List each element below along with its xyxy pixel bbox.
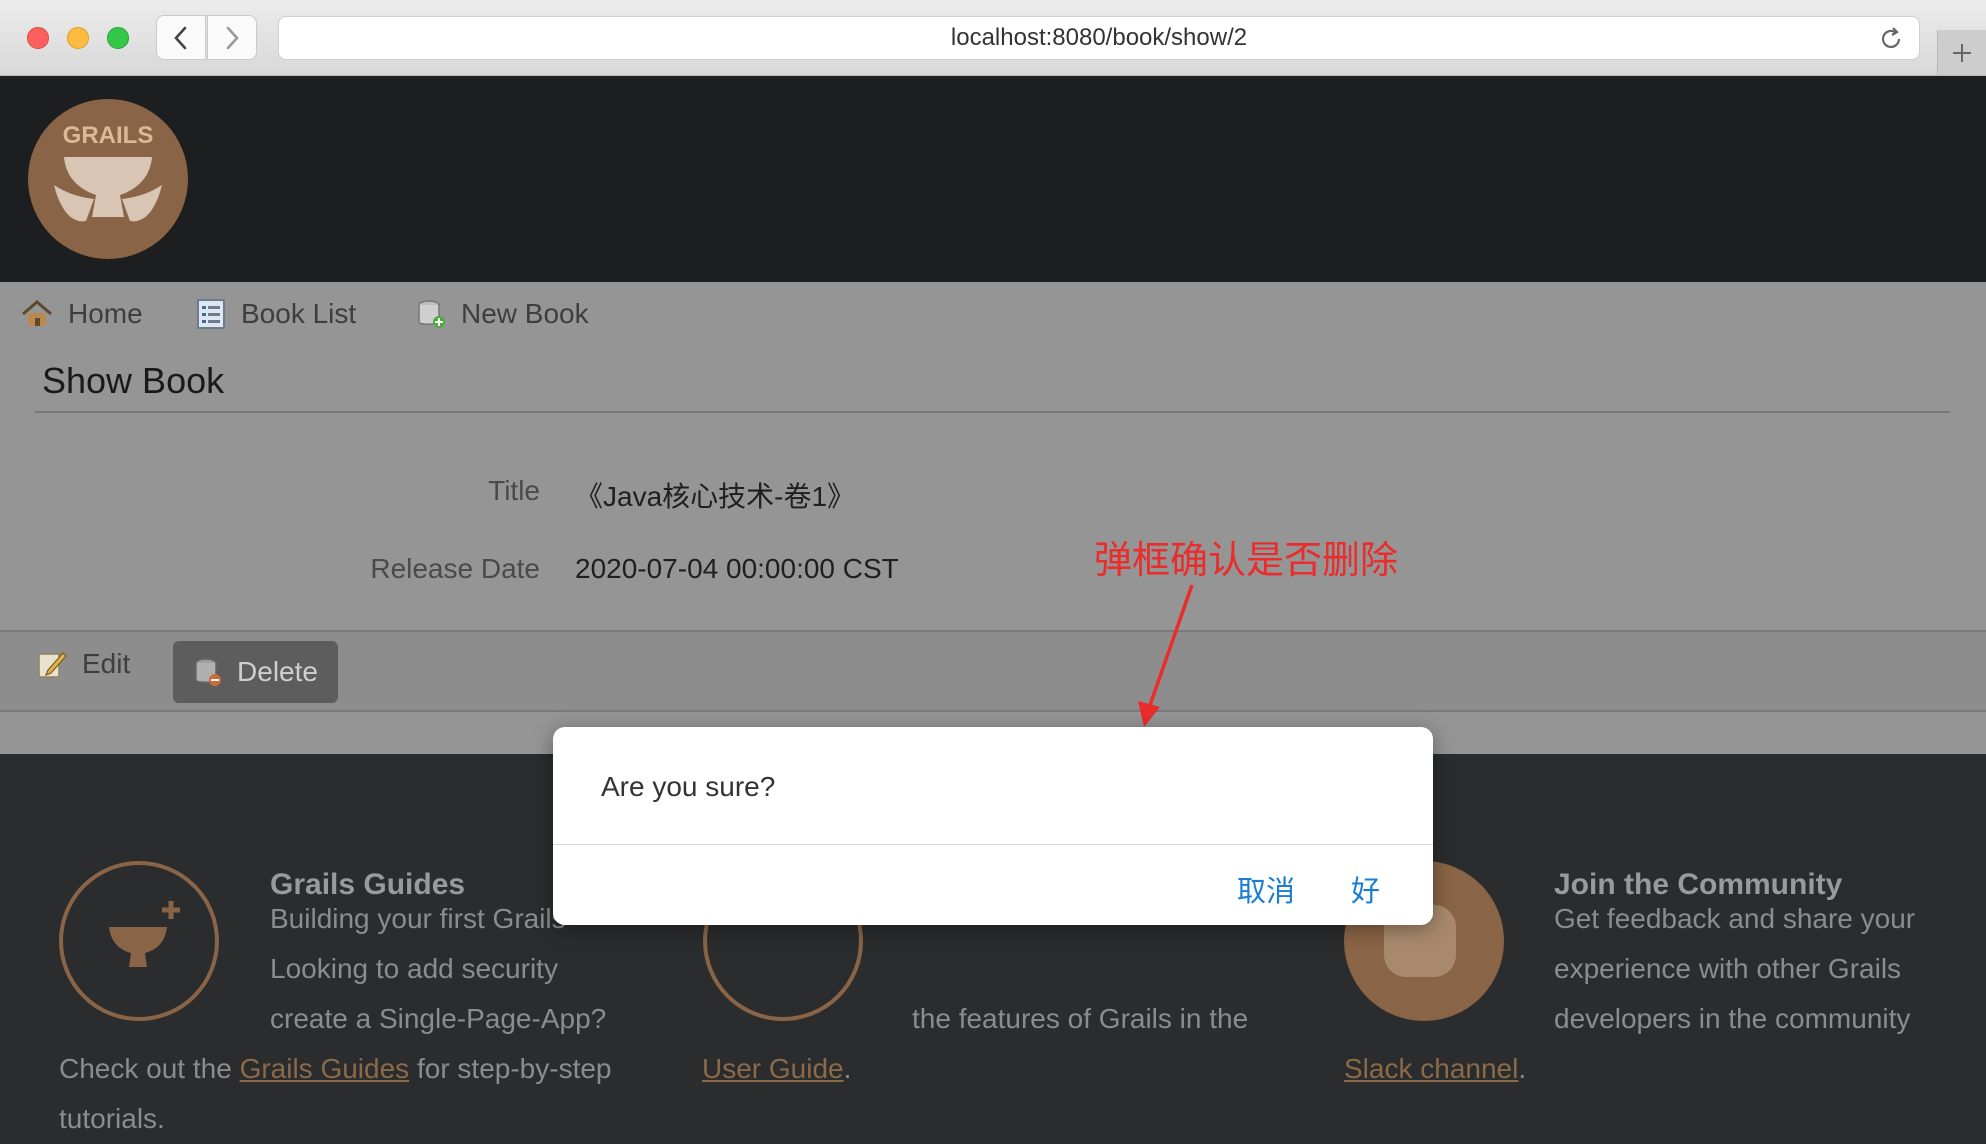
dialog-divider [553, 844, 1433, 845]
logo-text: GRAILS [63, 122, 154, 149]
slack-channel-link[interactable]: Slack channel [1344, 1053, 1518, 1084]
address-bar[interactable]: localhost:8080/book/show/2 [278, 16, 1920, 60]
guides-icon [59, 861, 219, 1021]
guides-last-line: tutorials. [59, 1103, 165, 1134]
guides-line-3: create a Single-Page-App? [270, 1003, 607, 1034]
annotation-text: 弹框确认是否删除 [1094, 540, 1399, 582]
property-title-label: Title [488, 475, 540, 506]
back-button[interactable] [156, 15, 206, 60]
grails-logo[interactable]: GRAILS [28, 99, 188, 259]
plus-icon [1953, 43, 1971, 62]
list-icon [197, 299, 225, 329]
nav-home[interactable]: Home [20, 298, 143, 330]
guides-line-2: Looking to add security [270, 953, 558, 984]
user-guide-link[interactable]: User Guide [702, 1053, 844, 1084]
delete-database-icon [195, 658, 222, 686]
grail-plus-icon [109, 901, 180, 967]
guides-tail: Check out the Grails Guides for step-by-… [59, 1044, 612, 1094]
nav-new-book[interactable]: New Book [415, 298, 589, 330]
nav-book-list-label: Book List [241, 298, 357, 329]
delete-label: Delete [237, 656, 318, 687]
dialog-message: Are you sure? [601, 771, 776, 802]
user-guide-line: the features of Grails in the [912, 1003, 1249, 1034]
dialog-cancel-button[interactable]: 取消 [1237, 868, 1295, 910]
chevron-left-icon [174, 26, 187, 49]
edit-button[interactable]: Edit [36, 648, 130, 680]
close-window-button[interactable] [27, 27, 49, 49]
site-header: GRAILS [0, 76, 1986, 282]
button-bar: Edit Delete [0, 630, 1986, 712]
property-release-date-value: 2020-07-04 00:00:00 CST [575, 553, 899, 584]
url-text: localhost:8080/book/show/2 [950, 24, 1248, 51]
guides-tail-suffix: for step-by-step [409, 1053, 612, 1084]
delete-button[interactable]: Delete [173, 641, 338, 703]
minimize-window-button[interactable] [67, 27, 89, 49]
community-line-1: Get feedback and share your [1554, 903, 1916, 934]
property-title-value: 《Java核心技术-卷1》 [575, 481, 856, 512]
user-guide-suffix: . [843, 1053, 852, 1084]
property-release-date-label: Release Date [370, 553, 540, 584]
zoom-window-button[interactable] [107, 27, 129, 49]
confirm-dialog: Are you sure? 取消 好 [553, 727, 1433, 925]
community-tail: Slack channel. [1344, 1044, 1526, 1094]
page: GRAILS Home Book List New Book Show Book… [0, 76, 1986, 1134]
reload-icon[interactable] [1877, 25, 1905, 53]
community-suffix: . [1518, 1053, 1527, 1084]
page-title: Show Book [42, 360, 225, 401]
annotation-arrow-icon [1138, 584, 1194, 727]
guides-tail-prefix: Check out the [59, 1053, 240, 1084]
browser-chrome: localhost:8080/book/show/2 [0, 0, 1986, 76]
community-line-2: experience with other Grails [1554, 953, 1902, 984]
title-divider [35, 411, 1950, 413]
edit-icon [38, 652, 67, 678]
new-tab-button[interactable] [1937, 30, 1986, 75]
nav-new-book-label: New Book [461, 298, 589, 329]
dialog-ok-button[interactable]: 好 [1351, 868, 1380, 910]
user-guide-tail: User Guide. [702, 1044, 851, 1094]
show-book-content: Show Book Title 《Java核心技术-卷1》 Release Da… [0, 350, 1986, 630]
forward-button[interactable] [207, 15, 257, 60]
nav-home-label: Home [68, 298, 143, 329]
chevron-right-icon [226, 26, 239, 49]
community-line-3: developers in the community [1554, 1003, 1911, 1034]
house-icon [22, 300, 52, 326]
new-database-icon [418, 300, 445, 328]
nav-book-list[interactable]: Book List [195, 298, 356, 330]
main-nav: Home Book List New Book [0, 282, 1986, 350]
guides-line-1: Building your first Grails [270, 903, 566, 934]
grails-guides-link[interactable]: Grails Guides [240, 1053, 410, 1084]
edit-label: Edit [82, 648, 131, 679]
